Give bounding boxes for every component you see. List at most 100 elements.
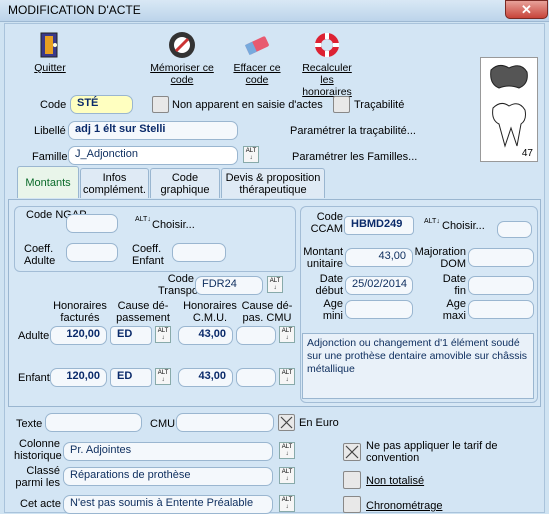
ne-pas-checkbox[interactable]	[343, 443, 361, 461]
age-mini-label: Age mini	[322, 298, 343, 322]
col-hist-alt[interactable]: ALT ↓	[279, 442, 295, 459]
coeff-enfant-input[interactable]	[172, 243, 226, 262]
classe-label: Classé parmi les	[15, 465, 60, 489]
transpo-alt-button[interactable]: ALT ↓	[267, 276, 283, 293]
tab-code-graphique[interactable]: Code graphique	[150, 168, 220, 198]
enfant-cmu-input[interactable]: 43,00	[178, 368, 233, 387]
date-fin-input[interactable]	[468, 276, 534, 295]
hcmu-header: Honoraires C.M.U.	[183, 300, 237, 324]
adulte-causecmu-input[interactable]	[236, 326, 276, 345]
adulte-cmu-input[interactable]: 43,00	[178, 326, 233, 345]
cmu-input[interactable]	[176, 413, 274, 432]
ngap-input[interactable]	[66, 214, 118, 233]
enfant-hf-input[interactable]: 120,00	[50, 368, 107, 387]
ngap-choisir-link[interactable]: Choisir...	[152, 219, 195, 231]
recalc-button[interactable]: Recalculer les honoraires	[295, 30, 359, 98]
col-hist-label: Colonne historique	[14, 438, 62, 462]
adulte-hf-input[interactable]: 120,00	[50, 326, 107, 345]
hf-header: Honoraires facturés	[53, 300, 107, 324]
ccam-extra-input[interactable]	[497, 221, 532, 238]
cmu-label: CMU	[150, 418, 176, 430]
window-title: MODIFICATION D'ACTE	[8, 3, 141, 17]
cet-acte-label: Cet acte	[20, 498, 61, 510]
tab-devis[interactable]: Devis & proposition thérapeutique	[221, 168, 325, 198]
code-input[interactable]: STÉ	[70, 95, 133, 114]
tooth-number: 47	[521, 148, 533, 159]
enfant-label: Enfant	[18, 372, 50, 384]
famille-input[interactable]: J_Adjonction	[68, 146, 238, 165]
adulte-cause-input[interactable]: ED	[110, 326, 152, 345]
cet-acte-input[interactable]: N'est pas soumis à Entente Préalable	[63, 495, 273, 514]
majoration-input[interactable]	[468, 248, 534, 267]
enfant-cause-alt[interactable]: ALT ↓	[155, 368, 171, 385]
libelle-input[interactable]: adj 1 élt sur Stelli	[68, 121, 238, 140]
nonapp-label: Non apparent en saisie d'actes	[172, 99, 323, 111]
montant-input[interactable]: 43,00	[345, 248, 413, 267]
tooth-icon	[490, 64, 528, 148]
ccam-label: Code CCAM	[310, 211, 343, 235]
coeff-enfant-label: Coeff. Enfant	[132, 243, 164, 267]
cross-icon	[280, 416, 293, 429]
tooth-preview: 47	[480, 57, 538, 162]
cross-icon	[345, 445, 359, 459]
classe-alt[interactable]: ALT ↓	[279, 467, 295, 484]
coeff-adulte-input[interactable]	[66, 243, 118, 262]
texte-label: Texte	[16, 418, 43, 430]
tab-montants[interactable]: Montants	[17, 166, 79, 198]
transpo-label: Code Transpo	[158, 273, 198, 297]
en-euro-checkbox[interactable]	[278, 414, 295, 431]
date-debut-input[interactable]: 25/02/2014	[345, 276, 413, 295]
ngap-alt-icon[interactable]: ALT↓	[135, 216, 151, 223]
param-fam-link[interactable]: Paramétrer les Familles...	[292, 151, 417, 163]
cet-acte-alt[interactable]: ALT ↓	[279, 495, 295, 512]
causecmu-header: Cause dé- pas. CMU	[241, 300, 293, 324]
close-button[interactable]: ✕	[505, 0, 548, 19]
date-fin-label: Date fin	[442, 273, 466, 297]
classe-input[interactable]: Réparations de prothèse	[63, 467, 273, 486]
montant-label: Montant unitaire	[303, 246, 343, 270]
chrono-label: Chronométrage	[366, 500, 443, 512]
door-exit-icon	[35, 30, 65, 60]
ccam-description: Adjonction ou changement d'1 élément sou…	[302, 333, 534, 399]
ccam-choisir-link[interactable]: Choisir...	[442, 220, 485, 232]
ccam-input[interactable]: HBMD249	[344, 216, 414, 235]
memorize-button[interactable]: Mémoriser ce code	[150, 30, 214, 86]
lifebuoy-icon	[312, 30, 342, 60]
enfant-causecmu-input[interactable]	[236, 368, 276, 387]
memorize-icon	[167, 30, 197, 60]
non-total-checkbox[interactable]	[343, 471, 361, 489]
non-total-label: Non totalisé	[366, 475, 425, 487]
adulte-cause-alt[interactable]: ALT ↓	[155, 326, 171, 343]
age-maxi-label: Age maxi	[442, 298, 466, 322]
code-label: Code	[40, 99, 67, 111]
texte-input[interactable]	[45, 413, 142, 432]
cause-header: Cause dé- passement	[116, 300, 170, 324]
enfant-causecmu-alt[interactable]: ALT ↓	[279, 368, 295, 385]
nonapp-checkbox[interactable]	[152, 96, 169, 113]
param-trace-link[interactable]: Paramétrer la traçabilité...	[290, 125, 416, 137]
age-mini-input[interactable]	[345, 300, 413, 319]
famille-alt-button[interactable]: ALT ↓	[243, 146, 259, 163]
quit-button[interactable]: Quitter	[18, 30, 82, 74]
chrono-checkbox[interactable]	[343, 496, 361, 513]
age-maxi-input[interactable]	[468, 300, 534, 319]
ccam-alt-icon[interactable]: ALT↓	[424, 218, 440, 225]
libelle-label: Libellé	[34, 125, 66, 137]
ne-pas-label: Ne pas appliquer le tarif de convention	[366, 440, 498, 464]
enfant-cause-input[interactable]: ED	[110, 368, 152, 387]
famille-label: Famille	[32, 151, 68, 163]
adulte-causecmu-alt[interactable]: ALT ↓	[279, 326, 295, 343]
erase-label: Effacer ce code	[233, 62, 281, 86]
memorize-label: Mémoriser ce code	[150, 62, 214, 86]
erase-button[interactable]: Effacer ce code	[225, 30, 289, 86]
coeff-adulte-label: Coeff. Adulte	[24, 243, 56, 267]
trace-checkbox[interactable]	[333, 96, 350, 113]
adulte-label: Adulte	[18, 330, 50, 342]
tab-infos[interactable]: Infos complément.	[80, 168, 149, 198]
transpo-input[interactable]: FDR24	[195, 276, 263, 295]
majoration-label: Majoration DOM	[414, 246, 466, 270]
eraser-icon	[242, 30, 272, 60]
date-debut-label: Date début	[315, 273, 343, 297]
trace-label: Traçabilité	[354, 99, 405, 111]
col-hist-input[interactable]: Pr. Adjointes	[63, 442, 273, 461]
